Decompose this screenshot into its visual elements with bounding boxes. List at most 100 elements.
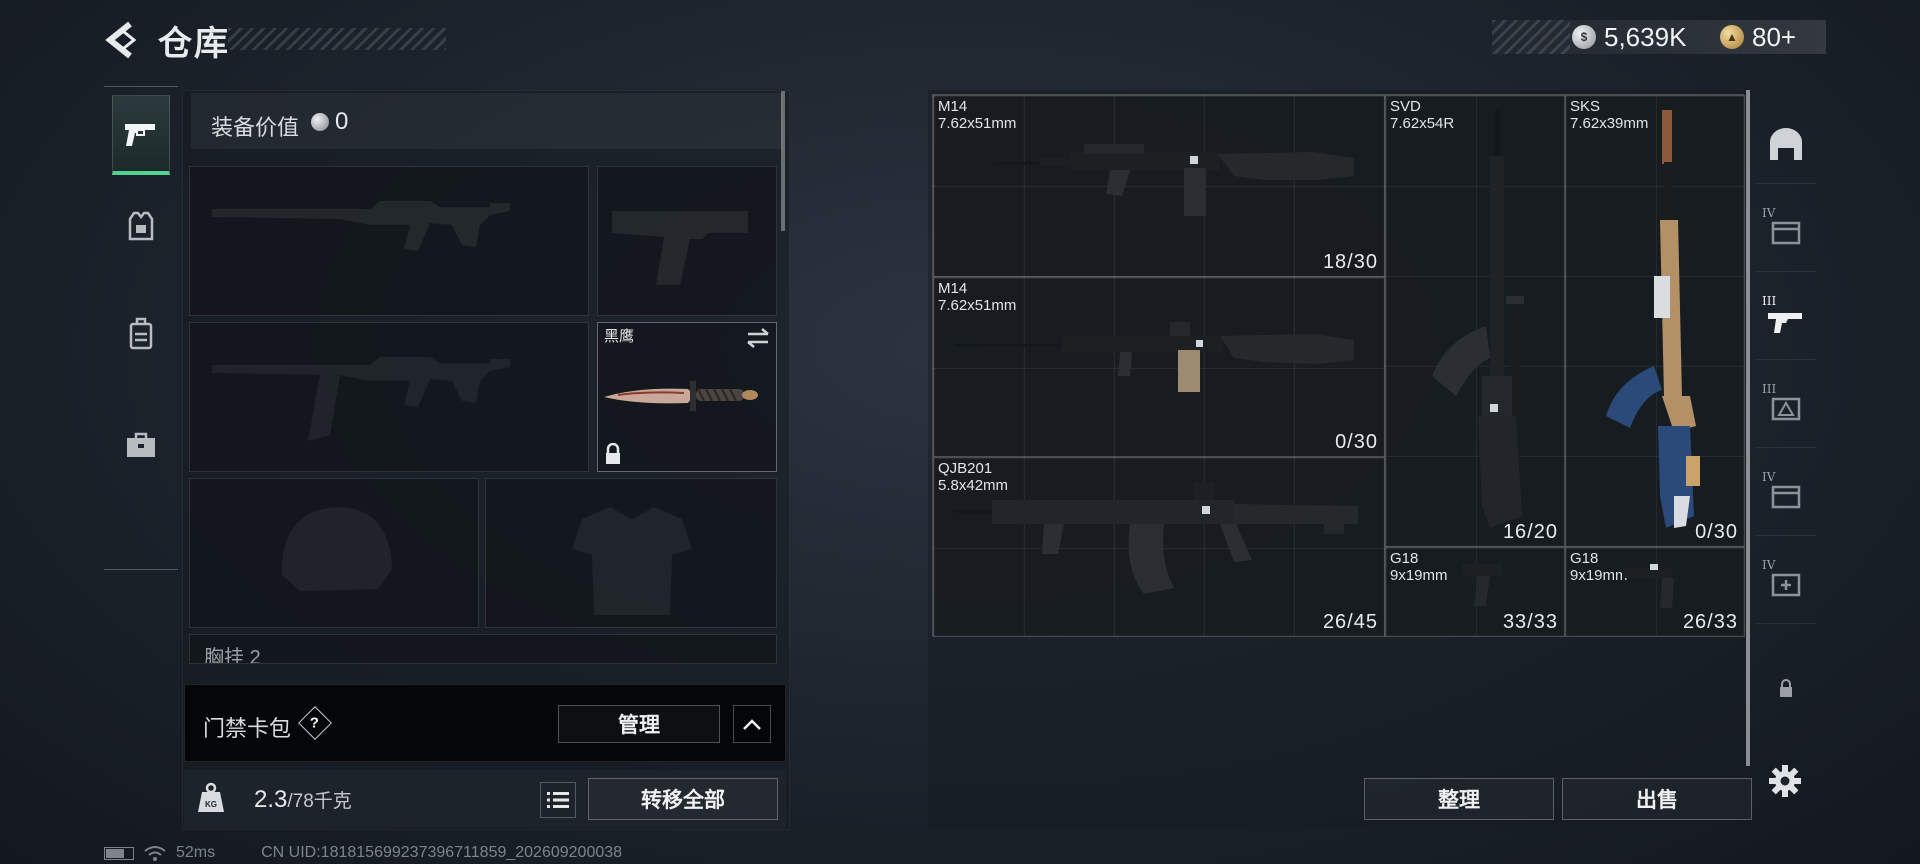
ping-value: 52ms	[176, 844, 216, 861]
rifle-silhouette-icon	[212, 357, 510, 441]
weight-max: /78千克	[287, 791, 352, 812]
status-bar: 52ms CN UID:181815699237396711859_202609…	[104, 844, 622, 862]
m14-rifle-icon	[954, 322, 1354, 392]
silver-currency-value: 5,639K	[1604, 22, 1687, 52]
stash-item-g18[interactable]: G18 9x19mm 33/33	[1385, 547, 1565, 637]
category-container-iv-2[interactable]: IV	[1756, 456, 1816, 536]
briefcase-icon	[127, 432, 155, 457]
silver-coin-icon	[311, 113, 329, 131]
category-weapon-case-iii[interactable]: III	[1756, 280, 1816, 360]
manage-button[interactable]: 管理	[558, 705, 720, 743]
stash-panel: M14 7.62x51mm 18/30 M14 7.62x51mm 0/30 Q…	[928, 90, 1752, 830]
item-ammo: 0/30	[1335, 431, 1378, 453]
chest-rig-slot[interactable]: 胸挂 2	[189, 634, 777, 664]
stash-category-sidebar: IV III III IV IV	[1756, 92, 1816, 832]
expand-button[interactable]	[733, 705, 771, 743]
tab-backpack[interactable]	[112, 293, 170, 373]
item-ammo: 33/33	[1502, 611, 1558, 633]
sks-rifle-icon	[1606, 110, 1700, 528]
battery-icon	[104, 846, 134, 860]
stash-item-m14[interactable]: M14 7.62x51mm 0/30	[933, 277, 1385, 457]
weight-bar: KG 2.3/78千克 转移全部	[184, 770, 786, 828]
tier-label: IV	[1762, 206, 1776, 220]
help-button[interactable]: ?	[298, 706, 332, 740]
helmet-silhouette-icon	[281, 507, 392, 591]
equipment-value: 0	[335, 108, 349, 135]
tier-label: III	[1762, 294, 1777, 308]
weapon-case-icon	[1768, 312, 1802, 333]
sort-button[interactable]: 整理	[1364, 778, 1554, 820]
gear-icon	[1769, 765, 1801, 797]
sidearm-slot[interactable]	[597, 166, 777, 316]
gold-currency-value: 80+	[1752, 22, 1797, 52]
category-supply-box-iii[interactable]: III	[1756, 368, 1816, 448]
stash-item-g18[interactable]: G18 9x19mm 26/33	[1565, 547, 1745, 637]
currency-decoration	[1492, 20, 1570, 54]
back-arrow-icon	[105, 21, 137, 59]
tier-label: IV	[1762, 558, 1776, 572]
settings-button[interactable]	[1764, 760, 1806, 802]
tier-label: IV	[1762, 470, 1776, 484]
help-icon: ?	[310, 714, 320, 732]
category-medkit-iv[interactable]: IV	[1756, 544, 1816, 624]
stash-item-svd[interactable]: SVD 7.62x54R 16/20	[1385, 95, 1565, 547]
item-ammo: 16/20	[1502, 521, 1558, 543]
knife-icon	[604, 381, 758, 411]
armor-silhouette-icon	[572, 507, 692, 615]
title-decoration	[228, 28, 446, 50]
medkit-box-icon	[1771, 573, 1801, 596]
access-card-label: 门禁卡包	[203, 716, 292, 741]
backpack-icon	[129, 317, 153, 350]
category-helmet[interactable]	[1756, 104, 1816, 184]
m14-rifle-icon	[994, 144, 1354, 216]
item-ammo: 26/33	[1682, 611, 1738, 633]
container-icon	[1771, 221, 1801, 244]
stash-item-m14[interactable]: M14 7.62x51mm 18/30	[933, 95, 1385, 277]
equipment-value-label: 装备价值	[211, 115, 300, 140]
equipment-scrollbar[interactable]	[781, 91, 785, 231]
melee-slot[interactable]: 黑鹰	[597, 322, 777, 472]
armor-slot[interactable]	[485, 478, 777, 628]
chest-rig-count: 2	[249, 647, 261, 664]
back-button[interactable]	[100, 18, 144, 62]
pistol-silhouette-icon	[612, 211, 748, 285]
primary-weapon-slot-2[interactable]	[189, 322, 589, 472]
qjb201-rifle-icon	[954, 482, 1358, 594]
equipment-value-row: 装备价值 0	[191, 93, 783, 149]
chest-rig-label: 胸挂 2	[204, 641, 261, 664]
tier-label: III	[1762, 382, 1777, 396]
stash-grid: M14 7.62x51mm 18/30 M14 7.62x51mm 0/30 Q…	[932, 94, 1745, 637]
transfer-all-button[interactable]: 转移全部	[588, 778, 778, 820]
weight-current: 2.3	[254, 786, 288, 813]
stash-item-sks[interactable]: SKS 7.62x39mm 0/30	[1565, 95, 1745, 547]
list-icon	[547, 792, 569, 808]
stash-scrollbar[interactable]	[1746, 90, 1750, 766]
tab-weapons[interactable]	[112, 95, 170, 175]
left-category-tabs	[104, 86, 178, 570]
chevron-up-icon	[743, 719, 761, 730]
category-locked[interactable]	[1756, 648, 1816, 728]
tab-case[interactable]	[112, 405, 170, 485]
supply-box-icon	[1771, 397, 1801, 420]
access-card-bar: 门禁卡包 ? 管理	[184, 684, 786, 762]
category-container-iv[interactable]: IV	[1756, 192, 1816, 272]
currency-bar: $ 5,639K ▲ 80+	[1492, 20, 1826, 54]
lock-icon	[606, 443, 620, 464]
primary-weapon-slot-1[interactable]	[189, 166, 589, 316]
pistol-icon	[125, 123, 155, 146]
rifle-silhouette-icon	[212, 201, 510, 251]
svg-text:KG: KG	[205, 800, 217, 809]
wifi-icon	[144, 846, 166, 861]
container-icon	[1771, 485, 1801, 508]
helmet-slot[interactable]	[189, 478, 479, 628]
gold-coin-icon: ▲	[1720, 25, 1744, 49]
list-view-button[interactable]	[540, 782, 576, 818]
sell-button[interactable]: 出售	[1562, 778, 1752, 820]
item-ammo: 18/30	[1322, 251, 1378, 273]
silver-coin-icon: $	[1572, 25, 1596, 49]
tab-armor[interactable]	[112, 187, 170, 267]
lock-icon	[1780, 679, 1792, 697]
stash-item-qjb201[interactable]: QJB201 5.8x42mm 26/45	[933, 457, 1385, 637]
uid-text: CN UID:181815699237396711859_20260920003…	[261, 844, 623, 861]
svd-rifle-icon	[1432, 110, 1524, 528]
